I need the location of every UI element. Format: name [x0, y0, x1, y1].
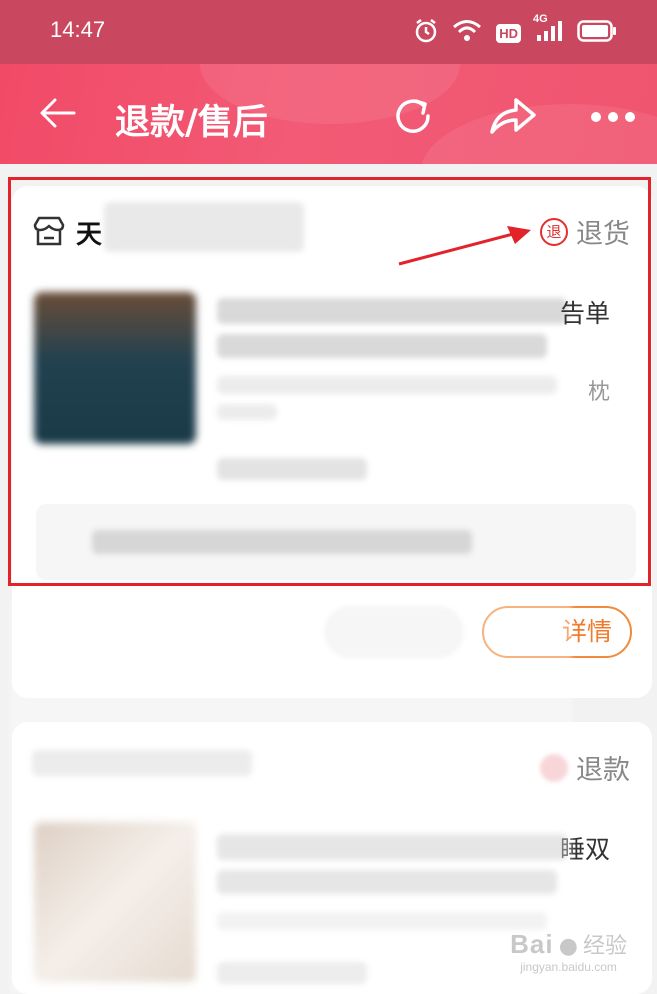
redaction-overlay [10, 600, 572, 994]
wifi-icon [452, 19, 482, 47]
product-title-redacted [217, 298, 567, 324]
status-note [36, 504, 636, 580]
product-title-tail: 告单 [559, 299, 610, 328]
header: 退款/售后 [0, 64, 657, 164]
back-arrow-icon[interactable] [38, 96, 78, 134]
refresh-icon[interactable] [390, 94, 438, 142]
after-sale-type-label: 退款 [576, 755, 630, 786]
product-spec-redacted [217, 404, 277, 420]
watermark: Bai ● 经验 jingyan.baidu.com [510, 928, 627, 974]
status-bar: 14:47 HD 4G [0, 0, 657, 64]
cell-label: 4G [533, 13, 548, 25]
cell-signal-icon: 4G [533, 13, 563, 47]
return-icon: 退 [540, 217, 568, 246]
status-icons: HD 4G [414, 13, 617, 48]
hd-badge: HD [496, 23, 521, 43]
watermark-brand: Bai [510, 929, 554, 959]
more-icon[interactable] [590, 108, 636, 127]
store-icon [32, 215, 66, 251]
product-spec-redacted [217, 376, 557, 394]
after-sale-type: 退 退货 [540, 212, 630, 251]
share-icon[interactable] [488, 94, 538, 142]
page-title: 退款/售后 [115, 103, 268, 143]
status-note-redacted [92, 530, 472, 554]
product-thumbnail[interactable] [34, 292, 196, 444]
alarm-icon [414, 18, 438, 48]
refund-amount-redacted [217, 458, 367, 480]
product-spec-tail: 枕 [587, 380, 610, 405]
battery-icon [577, 20, 617, 46]
store-name: 天 [76, 220, 103, 250]
after-sale-type-label: 退货 [576, 219, 630, 250]
store-name-redacted [104, 202, 304, 252]
annotation-arrow-icon [395, 222, 535, 272]
product-title-redacted [217, 334, 547, 358]
paw-icon: ● [558, 934, 578, 959]
store-row[interactable]: 天 [32, 214, 102, 251]
status-time: 14:47 [50, 17, 106, 42]
watermark-brand-cn: 经验 [582, 934, 627, 959]
watermark-url: jingyan.baidu.com [520, 960, 617, 974]
